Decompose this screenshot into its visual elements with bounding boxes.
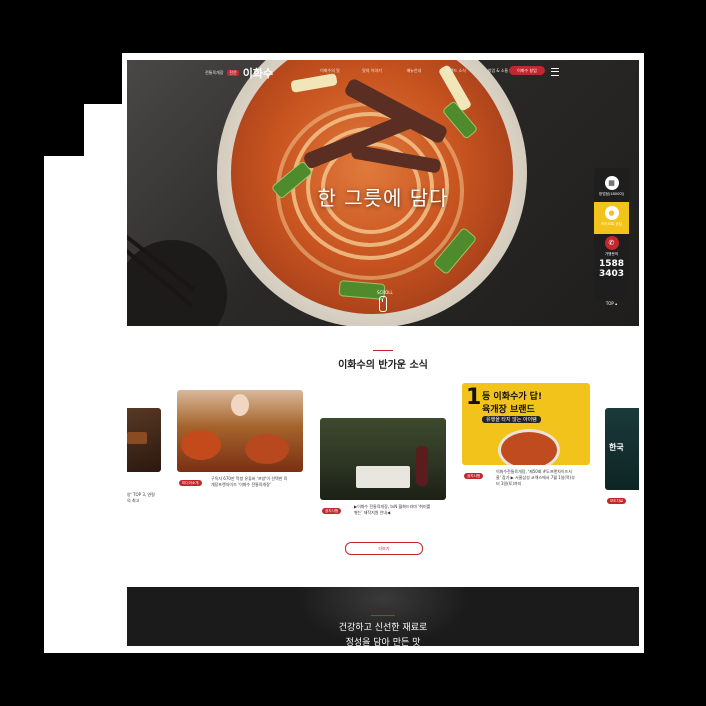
card-text: ▶이화수 전통육개장, tvN 월화드라마 '취미를 쌓는' 제작지원 안내◀ [354, 504, 431, 515]
brand-message-line1: 건강하고 신선한 재료로 [338, 623, 428, 633]
hamburger-icon[interactable] [551, 68, 559, 76]
quick-item-kakao[interactable]: ● 카카오톡 상담 [594, 202, 629, 234]
quick-item-label: 카카오톡 상담 [601, 222, 622, 226]
mouse-icon [379, 296, 387, 312]
chat-icon: ● [604, 206, 619, 220]
news-section-title: 이화수의 반가운 소식 [338, 360, 428, 371]
phone-icon: ✆ [604, 236, 619, 250]
food-dish [181, 430, 221, 460]
promo-rank: 1 [466, 385, 482, 410]
person-figure [416, 446, 428, 486]
nav-item-taste[interactable]: 이화수의 맛 [309, 68, 351, 74]
store-icon: ▦ [604, 176, 619, 190]
card-badge: 공지사항 [464, 473, 484, 479]
quick-item-store[interactable]: ▦ 창업점(1800이) [594, 176, 629, 197]
top-button-label: TOP ▴ [605, 301, 618, 306]
edge-card-text: 한국 [609, 443, 624, 452]
card-image: 1 등 이화수가 답! 육개장 브랜드 유행을 타지 않는 아이템 [462, 383, 590, 465]
card-badge: 미디어소개 [179, 480, 202, 486]
franchise-join-button[interactable]: 이화수 창업 [509, 66, 545, 75]
news-card[interactable]: 양' TOP 3, 연령 의 최고 [127, 408, 161, 518]
nav-item-news[interactable]: 브랜드 소식 [435, 68, 477, 74]
hero-section: 전통육개장 전문 이화수 이화수의 맛 맛의 이야기 메뉴안내 브랜드 소식 창… [127, 60, 639, 326]
card-badge: 보도자료 [607, 498, 627, 504]
card-image: 한국 [605, 408, 639, 490]
card-text: 구독자 670만 먹방 유튜버 '쯔양'이 선택한 육 개장프랜차이즈 '이화수… [211, 476, 288, 487]
brand-message-line2: 정성을 담아 만든 맛 [345, 638, 421, 646]
food-dish [245, 434, 289, 464]
scroll-indicator[interactable]: SCROLL [377, 290, 393, 312]
main-nav: 이화수의 맛 맛의 이야기 메뉴안내 브랜드 소식 창업 & 소통 [309, 68, 519, 74]
promo-line1: 등 이화수가 답! [482, 392, 543, 402]
logo-name: 이화수 [242, 67, 274, 80]
brand-logo[interactable]: 전통육개장 전문 이화수 [205, 65, 273, 81]
card-text: 양' TOP 3, 연령 의 최고 [127, 492, 155, 503]
logo-badge: 전문 [227, 70, 239, 76]
news-card[interactable]: 공지사항 ▶이화수 전통육개장, tvN 월화드라마 '취미를 쌓는' 제작지원… [320, 418, 446, 518]
section-accent-line [373, 350, 393, 351]
brand-message: 건강하고 신선한 재료로 정성을 담아 만든 맛 [127, 621, 639, 646]
quick-item-label: 창업점(1800이) [598, 192, 625, 196]
nav-item-menu[interactable]: 메뉴안내 [393, 68, 435, 74]
top-navigation: 전통육개장 전문 이화수 이화수의 맛 맛의 이야기 메뉴안내 브랜드 소식 창… [127, 60, 639, 82]
phone-number-part2: 3403 [598, 269, 625, 279]
news-card[interactable]: 1 등 이화수가 답! 육개장 브랜드 유행을 타지 않는 아이템 공지사항 이… [462, 383, 590, 493]
section-accent-line [371, 615, 395, 616]
food-dish [127, 432, 147, 444]
promo-line3: 유행을 타지 않는 아이템 [482, 416, 541, 423]
logo-subtitle: 전통육개장 [205, 70, 224, 75]
card-image [127, 408, 161, 472]
frame-block-left [44, 156, 124, 653]
table-cloth [356, 466, 410, 488]
card-badge: 공지사항 [322, 508, 342, 514]
quick-item-phone[interactable]: ✆ 가맹문의 1588 3403 [594, 236, 629, 279]
news-card[interactable]: 한국 보도자료 [605, 408, 639, 518]
person-figure [231, 394, 249, 416]
website-page: 전통육개장 전문 이화수 이화수의 맛 맛의 이야기 메뉴안내 브랜드 소식 창… [127, 60, 639, 646]
news-card[interactable]: 미디어소개 구독자 670만 먹방 유튜버 '쯔양'이 선택한 육 개장프랜차이… [177, 390, 303, 500]
phone-number-part1: 1588 [598, 259, 625, 269]
card-image [320, 418, 446, 500]
quick-menu: ▦ 창업점(1800이) ● 카카오톡 상담 ✆ 가맹문의 1588 3403 … [594, 168, 629, 306]
hero-title: 한 그릇에 담다 [317, 186, 449, 210]
more-button[interactable]: 더보기 [345, 542, 423, 555]
quick-item-label: 가맹문의 [604, 252, 619, 256]
food-dish [498, 429, 560, 465]
card-text: 이화수전통육개장, '제50회 #도프랜차이즈서 울' 참가 ▶ 서울삼성 코엑… [496, 469, 575, 486]
top-button[interactable]: TOP ▴ [594, 290, 629, 309]
scroll-label: SCROLL [377, 290, 393, 295]
brand-section: 건강하고 신선한 재료로 정성을 담아 만든 맛 [127, 587, 639, 646]
nav-item-story[interactable]: 맛의 이야기 [351, 68, 393, 74]
frame-block-left-top [84, 104, 124, 156]
card-image [177, 390, 303, 472]
promo-line2: 육개장 브랜드 [482, 405, 535, 415]
